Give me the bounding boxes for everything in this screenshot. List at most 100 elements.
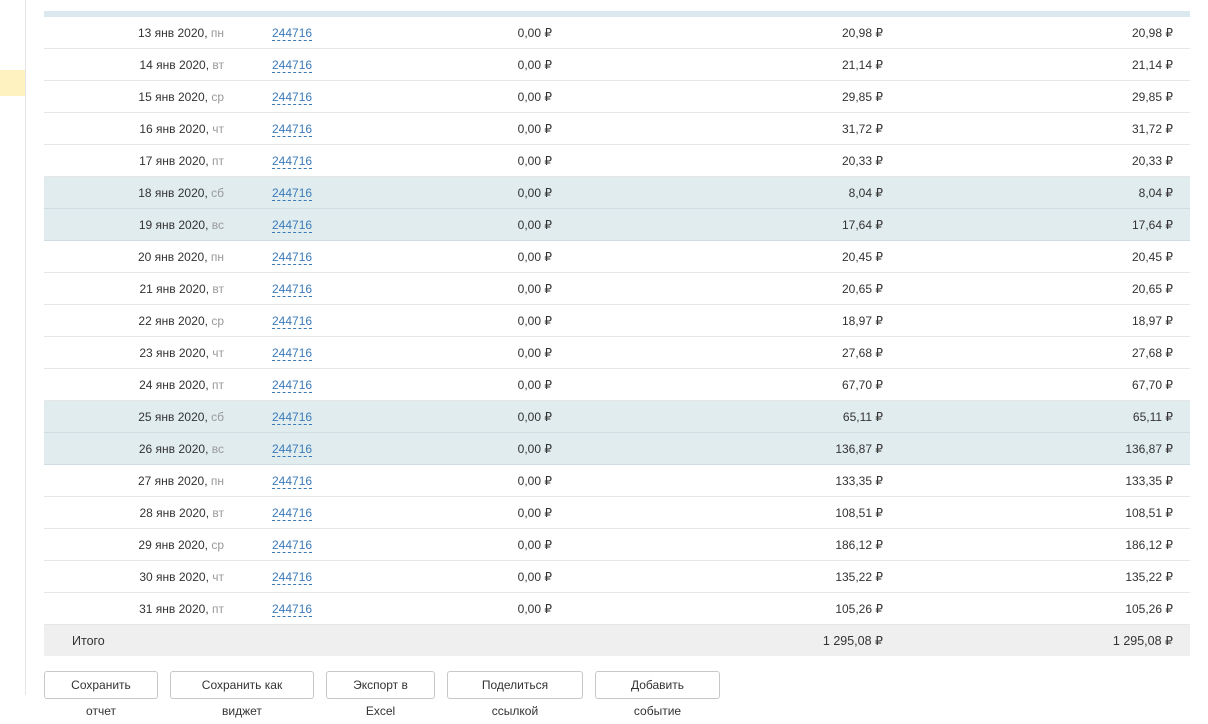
report-table-body: 13 янв 2020, пн 244716 0,00 ₽ 20,98 ₽20,98 … [44, 17, 1190, 625]
date-text: 26 янв 2020, [138, 441, 209, 456]
total-amount-final: 1 295,08 ₽ [900, 624, 1190, 656]
weekday-text: чт [212, 569, 224, 584]
amount-cell: 135,22 ₽ [602, 560, 900, 593]
spacer-cell [554, 48, 602, 81]
amount-cell: 108,51 ₽ [602, 496, 900, 529]
table-row: 21 янв 2020, вт 244716 0,00 ₽ 20,65 ₽20,65 … [44, 272, 1190, 305]
date-cell: 31 янв 2020, пт [44, 592, 224, 625]
amount-cell: 136,87 ₽ [602, 432, 900, 465]
id-cell: 244716 0,00 ₽ [224, 240, 554, 273]
total-cell-empty [554, 624, 602, 656]
id-link[interactable]: 244716 [272, 185, 313, 201]
amount-final-cell: 20,98 ₽ [900, 17, 1190, 49]
id-link[interactable]: 244716 [272, 537, 313, 553]
date-text: 30 янв 2020, [139, 569, 209, 584]
weekday-text: пт [212, 377, 224, 392]
id-cell: 244716 0,00 ₽ [224, 48, 554, 81]
weekday-text: пн [210, 473, 224, 488]
table-row: 13 янв 2020, пн 244716 0,00 ₽ 20,98 ₽20,98 … [44, 17, 1190, 49]
table-row: 22 янв 2020, ср 244716 0,00 ₽ 18,97 ₽18,97 … [44, 304, 1190, 337]
amount-final-cell: 20,33 ₽ [900, 144, 1190, 177]
id-cell: 244716 0,00 ₽ [224, 368, 554, 401]
id-cell: 244716 0,00 ₽ [224, 112, 554, 145]
amount-final-cell: 108,51 ₽ [900, 496, 1190, 529]
report-table: 13 янв 2020, пн 244716 0,00 ₽ 20,98 ₽20,98 … [44, 17, 1190, 656]
date-text: 20 янв 2020, [137, 249, 208, 264]
id-link[interactable]: 244716 [272, 25, 313, 41]
id-link[interactable]: 244716 [272, 121, 313, 137]
spacer-cell [554, 560, 602, 593]
spacer-cell [554, 17, 602, 49]
weekday-text: пн [210, 25, 224, 40]
amount-final-cell: 135,22 ₽ [900, 560, 1190, 593]
id-cell: 244716 0,00 ₽ [224, 400, 554, 433]
weekday-text: ср [211, 537, 224, 552]
date-cell: 13 янв 2020, пн [44, 17, 224, 49]
date-text: 14 янв 2020, [139, 57, 210, 72]
amount-final-cell: 186,12 ₽ [900, 528, 1190, 561]
id-link[interactable]: 244716 [272, 601, 313, 617]
spacer-cell [554, 176, 602, 209]
date-cell: 18 янв 2020, сб [44, 176, 224, 209]
amount-zero: 0,00 ₽ [517, 313, 552, 328]
table-row: 20 янв 2020, пн 244716 0,00 ₽ 20,45 ₽20,45 … [44, 240, 1190, 273]
date-cell: 19 янв 2020, вс [44, 208, 224, 241]
weekday-text: вт [212, 281, 224, 296]
weekday-text: сб [211, 185, 224, 200]
spacer-cell [554, 400, 602, 433]
id-link[interactable]: 244716 [272, 281, 313, 297]
table-row: 24 янв 2020, пт 244716 0,00 ₽ 67,70 ₽67,70 … [44, 368, 1190, 401]
amount-cell: 20,45 ₽ [602, 240, 900, 273]
amount-final-cell: 8,04 ₽ [900, 176, 1190, 209]
amount-final-cell: 133,35 ₽ [900, 464, 1190, 497]
total-row: Итого 1 295,08 ₽ 1 295,08 ₽ [44, 624, 1190, 656]
weekday-text: пт [212, 153, 224, 168]
amount-zero: 0,00 ₽ [517, 377, 552, 392]
table-row: 30 янв 2020, чт 244716 0,00 ₽ 135,22 ₽135,2… [44, 560, 1190, 593]
table-row: 25 янв 2020, сб 244716 0,00 ₽ 65,11 ₽65,11 … [44, 400, 1190, 433]
amount-cell: 67,70 ₽ [602, 368, 900, 401]
weekday-text: вт [212, 57, 224, 72]
id-link[interactable]: 244716 [272, 89, 313, 105]
id-link[interactable]: 244716 [272, 153, 313, 169]
amount-cell: 65,11 ₽ [602, 400, 900, 433]
report-table-container: 13 янв 2020, пн 244716 0,00 ₽ 20,98 ₽20,98 … [44, 0, 1190, 656]
amount-final-cell: 17,64 ₽ [900, 208, 1190, 241]
amount-final-cell: 18,97 ₽ [900, 304, 1190, 337]
id-link[interactable]: 244716 [272, 409, 313, 425]
amount-zero: 0,00 ₽ [517, 185, 552, 200]
amount-zero: 0,00 ₽ [517, 409, 552, 424]
spacer-cell [554, 368, 602, 401]
date-text: 29 янв 2020, [138, 537, 208, 552]
id-link[interactable]: 244716 [272, 377, 313, 393]
id-cell: 244716 0,00 ₽ [224, 304, 554, 337]
amount-zero: 0,00 ₽ [517, 121, 552, 136]
id-link[interactable]: 244716 [272, 313, 313, 329]
id-cell: 244716 0,00 ₽ [224, 528, 554, 561]
date-text: 16 янв 2020, [139, 121, 209, 136]
id-link[interactable]: 244716 [272, 569, 313, 585]
date-text: 19 янв 2020, [138, 217, 209, 232]
date-text: 23 янв 2020, [139, 345, 209, 360]
amount-final-cell: 20,45 ₽ [900, 240, 1190, 273]
date-text: 28 янв 2020, [139, 505, 210, 520]
id-link[interactable]: 244716 [272, 57, 313, 73]
id-cell: 244716 0,00 ₽ [224, 560, 554, 593]
id-cell: 244716 0,00 ₽ [224, 17, 554, 49]
id-cell: 244716 0,00 ₽ [224, 176, 554, 209]
date-cell: 17 янв 2020, пт [44, 144, 224, 177]
id-link[interactable]: 244716 [272, 217, 313, 233]
id-link[interactable]: 244716 [272, 473, 313, 489]
table-row: 27 янв 2020, пн 244716 0,00 ₽ 133,35 ₽133,3… [44, 464, 1190, 497]
id-link[interactable]: 244716 [272, 345, 313, 361]
id-link[interactable]: 244716 [272, 249, 313, 265]
date-text: 18 янв 2020, [138, 185, 208, 200]
amount-zero: 0,00 ₽ [517, 505, 552, 520]
id-cell: 244716 0,00 ₽ [224, 464, 554, 497]
id-link[interactable]: 244716 [272, 505, 313, 521]
date-cell: 27 янв 2020, пн [44, 464, 224, 497]
table-row: 31 янв 2020, пт 244716 0,00 ₽ 105,26 ₽105,2… [44, 592, 1190, 625]
amount-final-cell: 105,26 ₽ [900, 592, 1190, 625]
id-link[interactable]: 244716 [272, 441, 313, 457]
date-cell: 21 янв 2020, вт [44, 272, 224, 305]
